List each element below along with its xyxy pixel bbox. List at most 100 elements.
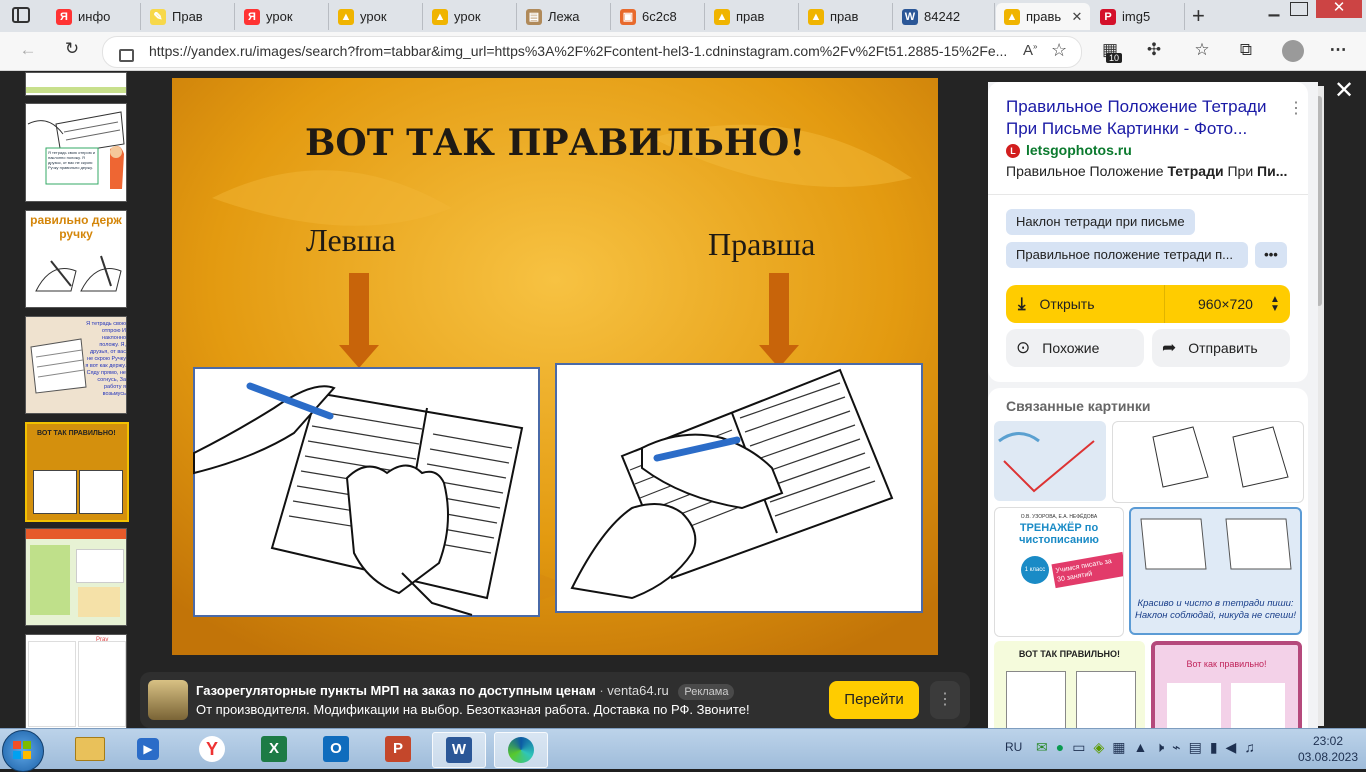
- new-tab-button[interactable]: +: [1192, 3, 1205, 29]
- share-label: Отправить: [1188, 340, 1258, 356]
- left-label: Левша: [306, 222, 396, 258]
- pinterest-icon: P: [1100, 8, 1116, 25]
- back-icon[interactable]: ←: [16, 40, 40, 60]
- extensions-icon[interactable]: ✣: [1142, 40, 1166, 60]
- explorer-taskbar-icon[interactable]: [64, 732, 116, 766]
- close-viewer-icon[interactable]: ✕: [1334, 76, 1354, 105]
- related-image[interactable]: [994, 421, 1106, 501]
- tag-chip[interactable]: Наклон тетради при письме: [1006, 209, 1195, 235]
- image-icon: ▲: [1004, 8, 1020, 25]
- tab[interactable]: Pimg5: [1092, 3, 1185, 30]
- tab-label: 6c2c8: [642, 9, 677, 24]
- thumbnail[interactable]: [25, 528, 127, 626]
- tag-chip[interactable]: Правильное положение тетради п...: [1006, 242, 1248, 268]
- image-title-link[interactable]: Правильное Положение Тетради При Письме …: [1006, 96, 1291, 140]
- tab[interactable]: ▲ прав: [706, 3, 799, 30]
- signal-icon[interactable]: ▮: [1210, 739, 1226, 755]
- related-subtitle: О.В. УЗОРОВА, Е.А. НЕФЁДОВА: [1020, 514, 1098, 520]
- related-image[interactable]: Вот как правильно!: [1151, 641, 1302, 728]
- language-indicator[interactable]: RU: [1005, 740, 1022, 754]
- tab[interactable]: Яинфо: [48, 3, 141, 30]
- read-aloud-icon[interactable]: A»: [1023, 42, 1037, 59]
- image-icon: ▲: [432, 8, 448, 25]
- start-button[interactable]: [2, 730, 44, 772]
- ad-headline[interactable]: Газорегуляторные пункты МРП на заказ по …: [196, 683, 735, 700]
- tab[interactable]: ▤ Лежа: [518, 3, 611, 30]
- main-image[interactable]: ВОТ ТАК ПРАВИЛЬНО! Левша Правша: [172, 78, 938, 655]
- refresh-icon[interactable]: ↻: [60, 39, 84, 59]
- mail-icon[interactable]: ✉: [1036, 739, 1056, 755]
- nvidia-icon[interactable]: ◈: [1093, 739, 1112, 755]
- word-taskbar-icon[interactable]: W: [432, 732, 486, 768]
- favorite-add-icon[interactable]: ☆: [1051, 40, 1067, 61]
- image-icon: ▲: [714, 8, 730, 25]
- ad-banner[interactable]: Газорегуляторные пункты МРП на заказ по …: [140, 672, 970, 728]
- slide-title: ВОТ ТАК ПРАВИЛЬНО!: [304, 122, 806, 164]
- thumbnail[interactable]: равильно держ ручку: [25, 210, 127, 308]
- open-button[interactable]: ⤓ Открыть 960×720 ▲ ▼: [1006, 285, 1290, 323]
- minimize-button[interactable]: ▁: [1262, 0, 1286, 18]
- close-tab-icon[interactable]: ✕: [1068, 9, 1086, 25]
- tab[interactable]: ▣ 6c2c8: [612, 3, 705, 30]
- source-link[interactable]: letsgophotos.ru: [1026, 142, 1132, 158]
- ad-go-button[interactable]: Перейти: [829, 681, 919, 719]
- speaker-icon[interactable]: ◀: [1226, 739, 1245, 755]
- slide-graphic: [172, 78, 938, 655]
- media-player-taskbar-icon[interactable]: ▶: [122, 732, 174, 766]
- thumbnail[interactable]: [25, 72, 127, 96]
- related-image[interactable]: ВОТ ТАК ПРАВИЛЬНО!: [994, 641, 1145, 728]
- similar-button[interactable]: ⊙ Похожие: [1006, 329, 1144, 367]
- favorites-icon[interactable]: ☆: [1190, 40, 1214, 60]
- tray-icons[interactable]: ✉●▭◈▦▲🕨⌁▤▮◀♫: [1036, 739, 1263, 756]
- thumbnail[interactable]: Prav: [25, 634, 127, 730]
- outlook-taskbar-icon[interactable]: O: [310, 732, 362, 766]
- edge-taskbar-icon[interactable]: [494, 732, 548, 768]
- up-arrow-icon[interactable]: ▲: [1133, 739, 1155, 755]
- right-hand-illustration: [555, 363, 923, 613]
- thumbnail-selected[interactable]: ВОТ ТАК ПРАВИЛЬНО!: [25, 422, 129, 522]
- excel-taskbar-icon[interactable]: X: [248, 732, 300, 766]
- address-bar[interactable]: https://yandex.ru/images/search?from=tab…: [102, 36, 1082, 68]
- related-image[interactable]: О.В. УЗОРОВА, Е.А. НЕФЁДОВА ТРЕНАЖЁР по …: [994, 507, 1124, 637]
- related-image[interactable]: [1112, 421, 1304, 503]
- volume-icon[interactable]: 🕨: [1155, 739, 1172, 755]
- close-window-button[interactable]: ✕: [1316, 0, 1362, 18]
- sort-arrows-icon: ▲ ▼: [1270, 294, 1280, 314]
- tab[interactable]: W 84242: [894, 3, 995, 30]
- powerpoint-taskbar-icon[interactable]: P: [372, 732, 424, 766]
- thumbnail-caption: Prav: [96, 637, 109, 643]
- related-image[interactable]: Красиво и чисто в тетради пиши: Наклон с…: [1129, 507, 1302, 635]
- share-button[interactable]: ➦ Отправить: [1152, 329, 1290, 367]
- split-tabs-icon[interactable]: ⧉: [1234, 40, 1258, 60]
- ad-domain[interactable]: venta64.ru: [607, 683, 668, 698]
- network-adapter-icon[interactable]: ▦: [1112, 739, 1133, 755]
- clock-time[interactable]: 23:02: [1300, 734, 1356, 748]
- tab-label: прав: [736, 9, 765, 24]
- display-icon[interactable]: ▭: [1072, 739, 1093, 755]
- headphones-icon[interactable]: ♫: [1244, 739, 1263, 755]
- url-text[interactable]: https://yandex.ru/images/search?from=tab…: [149, 43, 1009, 59]
- tab[interactable]: ▲ прав: [800, 3, 893, 30]
- kaspersky-icon[interactable]: ●: [1056, 739, 1072, 755]
- more-vertical-icon[interactable]: ⋮: [1288, 98, 1304, 118]
- tab[interactable]: ▲ урок: [330, 3, 423, 30]
- clock-date[interactable]: 03.08.2023: [1294, 750, 1362, 764]
- ad-more-icon[interactable]: ⋮: [930, 681, 960, 719]
- thumbnail[interactable]: Я тетрадь свою отпрою и наклонно положу.…: [25, 103, 127, 202]
- maximize-button[interactable]: [1290, 2, 1308, 16]
- size-select[interactable]: 960×720: [1198, 296, 1253, 312]
- clipboard-icon[interactable]: ▤: [1189, 739, 1210, 755]
- usb-icon[interactable]: ⌁: [1172, 739, 1188, 755]
- thumbnail[interactable]: Я тетрадь свою отпрою И наклонно положу.…: [25, 316, 127, 414]
- yandex-browser-taskbar-icon[interactable]: Y: [186, 732, 238, 766]
- more-chips-button[interactable]: •••: [1255, 242, 1287, 268]
- settings-more-icon[interactable]: ⋯: [1326, 40, 1350, 60]
- info-panel: Правильное Положение Тетради При Письме …: [988, 82, 1318, 728]
- window-menu-icon[interactable]: [12, 7, 30, 23]
- tab[interactable]: ✎ Прав: [142, 3, 235, 30]
- profile-avatar[interactable]: [1282, 40, 1304, 62]
- tab[interactable]: ▲ урок: [424, 3, 517, 30]
- tab[interactable]: ▲ правь ✕: [996, 3, 1090, 30]
- tab[interactable]: Яурок: [236, 3, 329, 30]
- ad-title[interactable]: Газорегуляторные пункты МРП на заказ по …: [196, 683, 596, 698]
